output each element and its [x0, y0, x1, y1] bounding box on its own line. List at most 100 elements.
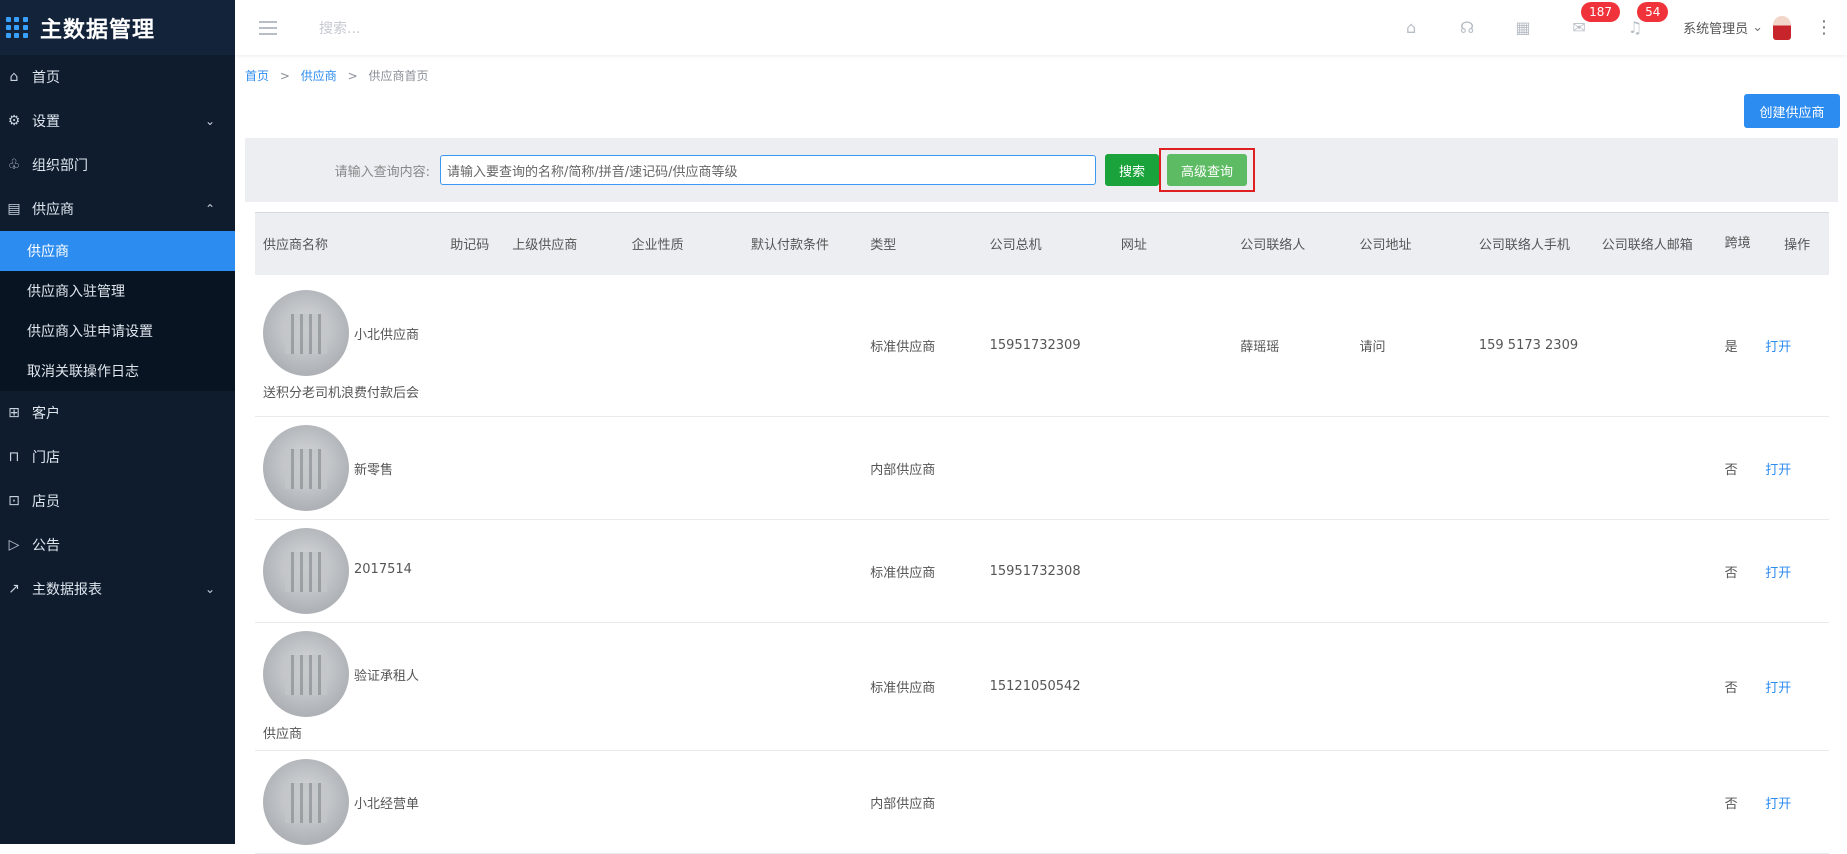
col-header[interactable]: 上级供应商: [504, 212, 624, 275]
col-header[interactable]: 公司地址: [1351, 212, 1471, 275]
cell-cross-border: 否: [1716, 519, 1758, 623]
breadcrumb-sep: >: [279, 69, 290, 83]
bell-icon[interactable]: ♫ 54: [1607, 0, 1669, 55]
open-link[interactable]: 打开: [1765, 463, 1791, 478]
supplier-table: 供应商名称 助记码 上级供应商 企业性质 默认付款条件 类型 公司总机 网址 公…: [255, 212, 1829, 854]
col-header[interactable]: 公司联络人手机: [1470, 212, 1594, 275]
cell-contact: [1232, 750, 1352, 854]
supplier-name: 验证承租人: [354, 669, 420, 684]
open-link[interactable]: 打开: [1765, 681, 1791, 696]
sidebar-item-customer[interactable]: ⊞ 客户: [0, 391, 235, 435]
open-link[interactable]: 打开: [1765, 566, 1791, 581]
cell-cross-border: 否: [1716, 622, 1758, 751]
cell-address: 请问: [1351, 274, 1471, 417]
sidebar-item-label: 组织部门: [32, 158, 88, 174]
cell-type: 内部供应商: [862, 416, 982, 520]
mail-icon[interactable]: ✉ 187: [1551, 0, 1620, 55]
cell-mobile: [1470, 750, 1594, 854]
table-row: 小北供应商 送积分老司机浪费付款后会 标准供应商 15951732309 薛瑶瑶…: [255, 274, 1829, 417]
col-header[interactable]: 操作: [1757, 212, 1829, 275]
sidebar-item-notice[interactable]: ▷ 公告: [0, 523, 235, 567]
table-row: 新零售 内部供应商 否 打开: [255, 416, 1829, 520]
cell-phone: [981, 750, 1113, 854]
supplier-logo: [263, 289, 349, 376]
col-header[interactable]: 公司总机: [981, 212, 1113, 275]
sidebar-item-label: 首页: [32, 70, 60, 86]
home-icon: ⌂: [9, 69, 19, 85]
cell-contact: [1232, 519, 1352, 623]
table-row: 小北经营单 内部供应商 否 打开: [255, 750, 1829, 854]
cell-address: [1351, 622, 1471, 751]
subnav-item-supplier[interactable]: 供应商: [0, 231, 235, 271]
supplier-name-cell: 新零售: [255, 416, 443, 520]
sidebar-item-store[interactable]: ⊓ 门店: [0, 435, 235, 479]
sidebar-item-label: 客户: [32, 406, 60, 422]
main-content: 首页 > 供应商 > 供应商首页 创建供应商 请输入查询内容: 请输入要查询的名…: [245, 55, 1847, 854]
sidebar-item-report[interactable]: ↗ 主数据报表 ⌄: [0, 567, 235, 611]
more-vertical-icon[interactable]: ⋮: [1815, 17, 1833, 38]
sidebar-item-clerk[interactable]: ⊡ 店员: [0, 479, 235, 523]
sidebar-item-label: 设置: [32, 114, 60, 130]
sidebar-item-label: 店员: [32, 494, 60, 510]
sidebar: 主数据管理 ⌂ 首页 ⚙ 设置 ⌄ ♧ 组织部门 ▤ 供应商 ⌃ 供应商 供应商…: [0, 0, 235, 844]
col-header[interactable]: 助记码: [442, 212, 505, 275]
home-icon[interactable]: ⌂: [1383, 0, 1439, 55]
org-icon: ♧: [7, 157, 21, 173]
header-search-input[interactable]: 搜索...: [319, 18, 360, 38]
breadcrumb-supplier[interactable]: 供应商: [301, 69, 337, 83]
search-button[interactable]: 搜索: [1105, 154, 1159, 186]
cell-phone: [981, 416, 1113, 520]
sidebar-item-label: 公告: [32, 538, 60, 554]
grid-icon[interactable]: ▦: [1495, 0, 1551, 55]
sidebar-item-supplier[interactable]: ▤ 供应商 ⌃: [0, 187, 235, 231]
cell-mobile: [1470, 622, 1594, 751]
col-header[interactable]: 默认付款条件: [742, 212, 863, 275]
cell-address: [1351, 416, 1471, 520]
supplier-name-extra: 送积分老司机浪费付款后会: [263, 385, 420, 401]
gear-icon: ⚙: [7, 113, 21, 129]
chevron-up-icon: ⌃: [204, 202, 215, 216]
cell-phone: 15951732309: [981, 274, 1113, 417]
chevron-down-icon: ⌄: [1752, 20, 1763, 35]
subnav-item-onboarding[interactable]: 供应商入驻管理: [0, 271, 235, 311]
col-header[interactable]: 跨境: [1716, 212, 1758, 275]
query-input[interactable]: 请输入要查询的名称/简称/拼音/速记码/供应商等级: [440, 155, 1096, 185]
col-header[interactable]: 供应商名称: [255, 212, 443, 275]
col-header[interactable]: 企业性质: [623, 212, 743, 275]
sidebar-item-home[interactable]: ⌂ 首页: [0, 55, 235, 99]
sidebar-item-org[interactable]: ♧ 组织部门: [0, 143, 235, 187]
headset-icon[interactable]: ☊: [1439, 0, 1495, 55]
cell-cross-border: 是: [1716, 274, 1758, 417]
col-header[interactable]: 公司联络人: [1232, 212, 1352, 275]
col-header[interactable]: 网址: [1112, 212, 1233, 275]
sidebar-item-settings[interactable]: ⚙ 设置 ⌄: [0, 99, 235, 143]
open-link[interactable]: 打开: [1765, 340, 1791, 355]
supplier-logo: [263, 759, 349, 845]
sidebar-item-label: 供应商: [32, 202, 74, 218]
open-link[interactable]: 打开: [1765, 797, 1791, 812]
cell-phone: 15951732308: [981, 519, 1113, 623]
subnav-item-onboarding-settings[interactable]: 供应商入驻申请设置: [0, 311, 235, 351]
supplier-icon: ▤: [7, 201, 21, 217]
supplier-name-cell: 小北经营单: [255, 750, 443, 854]
menu-toggle-icon[interactable]: [259, 20, 277, 35]
advanced-query-highlight: 高级查询: [1159, 148, 1255, 192]
supplier-name-cell: 2017514: [255, 519, 443, 623]
subnav-item-unlink-log[interactable]: 取消关联操作日志: [0, 351, 235, 391]
supplier-name: 小北供应商: [354, 327, 420, 343]
user-menu[interactable]: 系统管理员 ⌄: [1683, 15, 1791, 40]
create-supplier-button[interactable]: 创建供应商: [1744, 94, 1840, 128]
col-header[interactable]: 公司联络人邮箱: [1593, 212, 1717, 275]
cell-mobile: [1470, 416, 1594, 520]
chevron-down-icon: ⌄: [204, 582, 215, 596]
customer-icon: ⊞: [8, 405, 20, 421]
table-header-row: 供应商名称 助记码 上级供应商 企业性质 默认付款条件 类型 公司总机 网址 公…: [255, 212, 1829, 275]
breadcrumb-home[interactable]: 首页: [245, 69, 269, 83]
breadcrumb: 首页 > 供应商 > 供应商首页: [245, 67, 428, 84]
advanced-query-button[interactable]: 高级查询: [1167, 154, 1247, 186]
col-header[interactable]: 类型: [862, 212, 982, 275]
top-header: 搜索... ⌂ ☊ ▦ ✉ 187 ♫ 54 系统管理员 ⌄ ⋮: [235, 0, 1847, 55]
chevron-down-icon: ⌄: [204, 114, 215, 128]
query-label: 请输入查询内容:: [334, 164, 430, 180]
avatar: [1773, 15, 1791, 40]
